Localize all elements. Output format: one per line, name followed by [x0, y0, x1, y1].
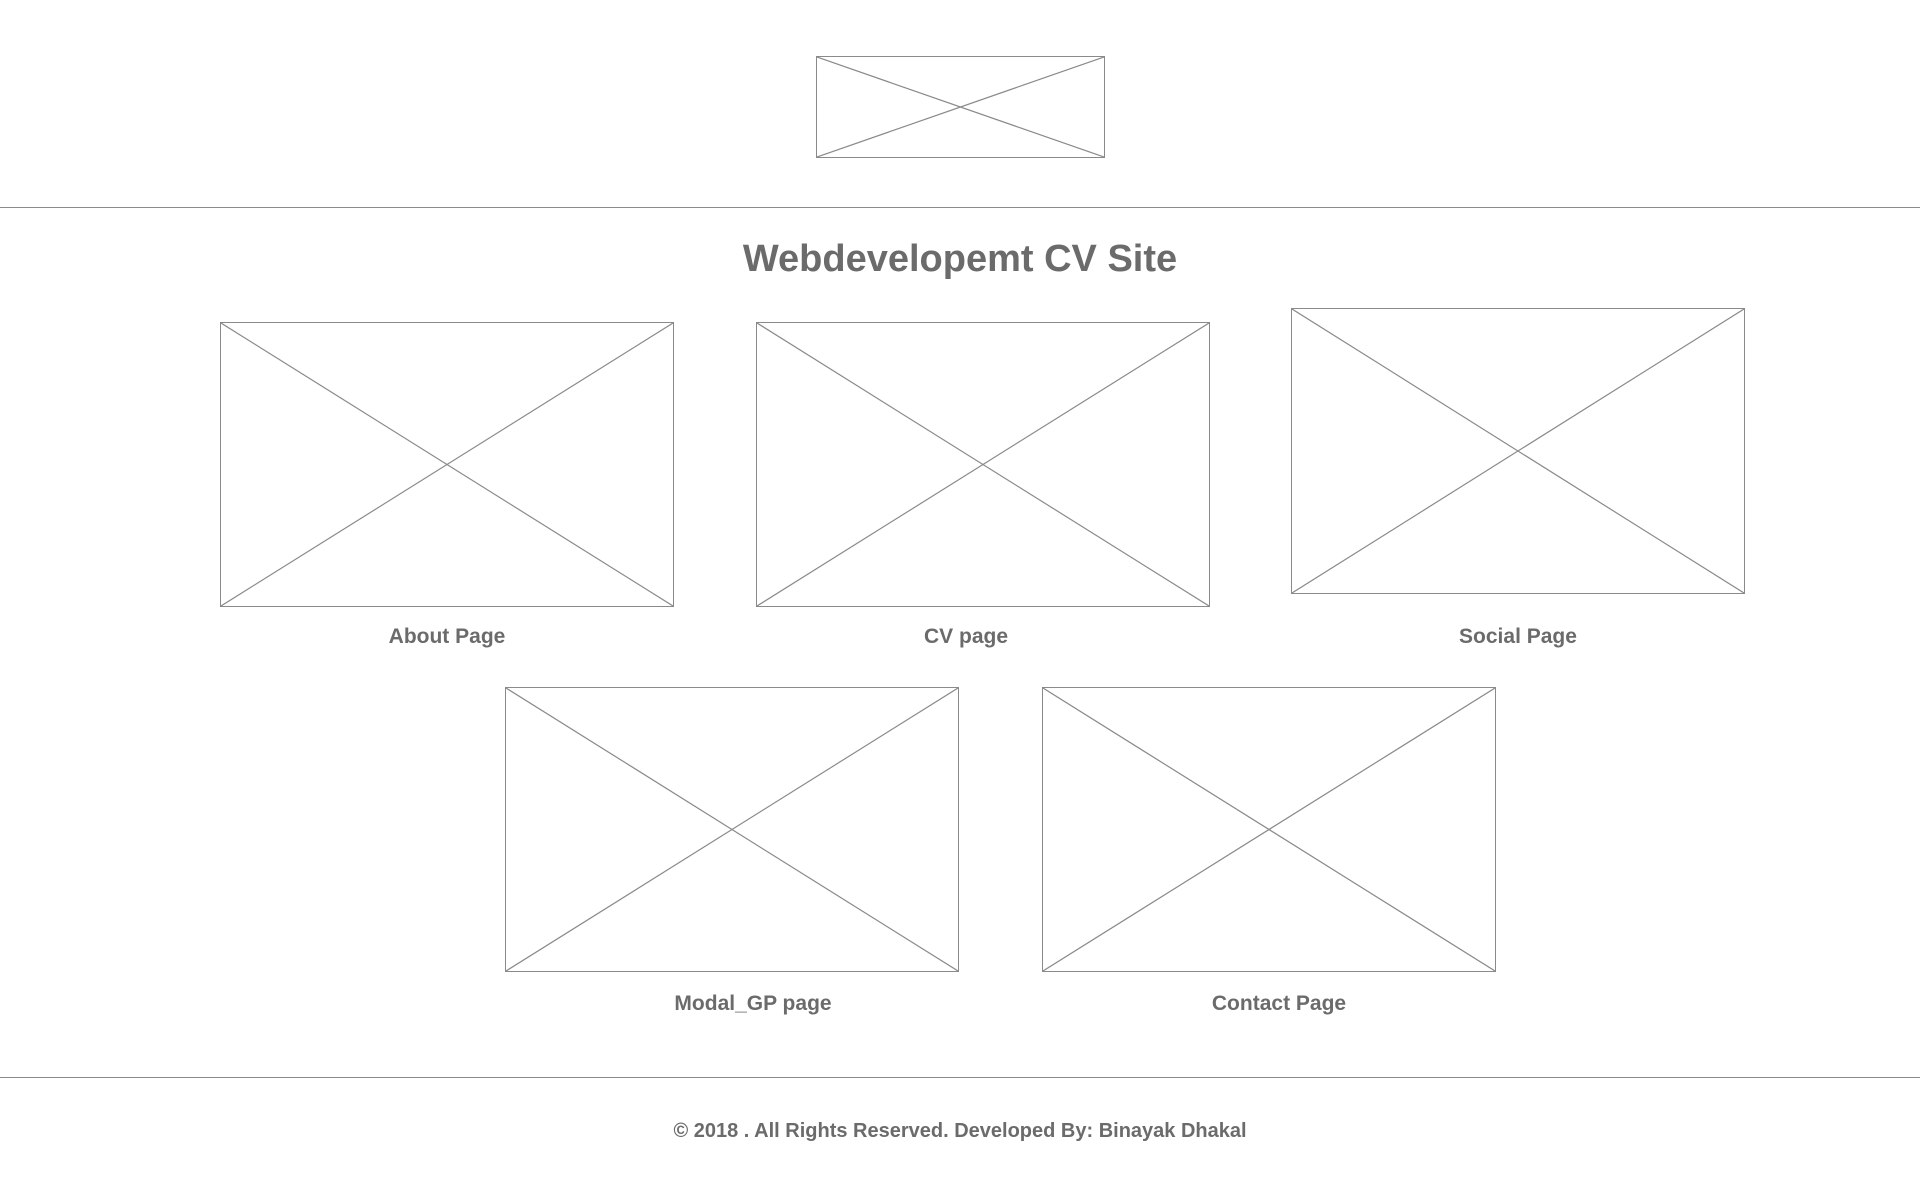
image-placeholder-icon	[221, 323, 673, 606]
image-placeholder-icon	[817, 57, 1104, 157]
card-modal-gp-image[interactable]	[505, 687, 959, 972]
card-modal-gp-label[interactable]: Modal_GP page	[526, 992, 980, 1016]
card-cv-image[interactable]	[756, 322, 1210, 607]
image-placeholder-icon	[1043, 688, 1495, 971]
header-divider	[0, 207, 1920, 208]
footer-divider	[0, 1077, 1920, 1078]
card-contact-label[interactable]: Contact Page	[1052, 992, 1506, 1016]
card-about-image[interactable]	[220, 322, 674, 607]
footer-copyright: © 2018 . All Rights Reserved. Developed …	[673, 1120, 1247, 1142]
image-placeholder-icon	[757, 323, 1209, 606]
image-placeholder-icon	[506, 688, 958, 971]
card-contact-image[interactable]	[1042, 687, 1496, 972]
wireframe-page: Webdevelopemt CV Site About Page CV page…	[0, 0, 1920, 1187]
logo-placeholder[interactable]	[816, 56, 1105, 158]
page-title: Webdevelopemt CV Site	[742, 238, 1178, 280]
card-social-image[interactable]	[1291, 308, 1745, 594]
card-cv-label[interactable]: CV page	[739, 625, 1193, 649]
card-about-label[interactable]: About Page	[220, 625, 674, 649]
card-social-label[interactable]: Social Page	[1291, 625, 1745, 649]
image-placeholder-icon	[1292, 309, 1744, 593]
